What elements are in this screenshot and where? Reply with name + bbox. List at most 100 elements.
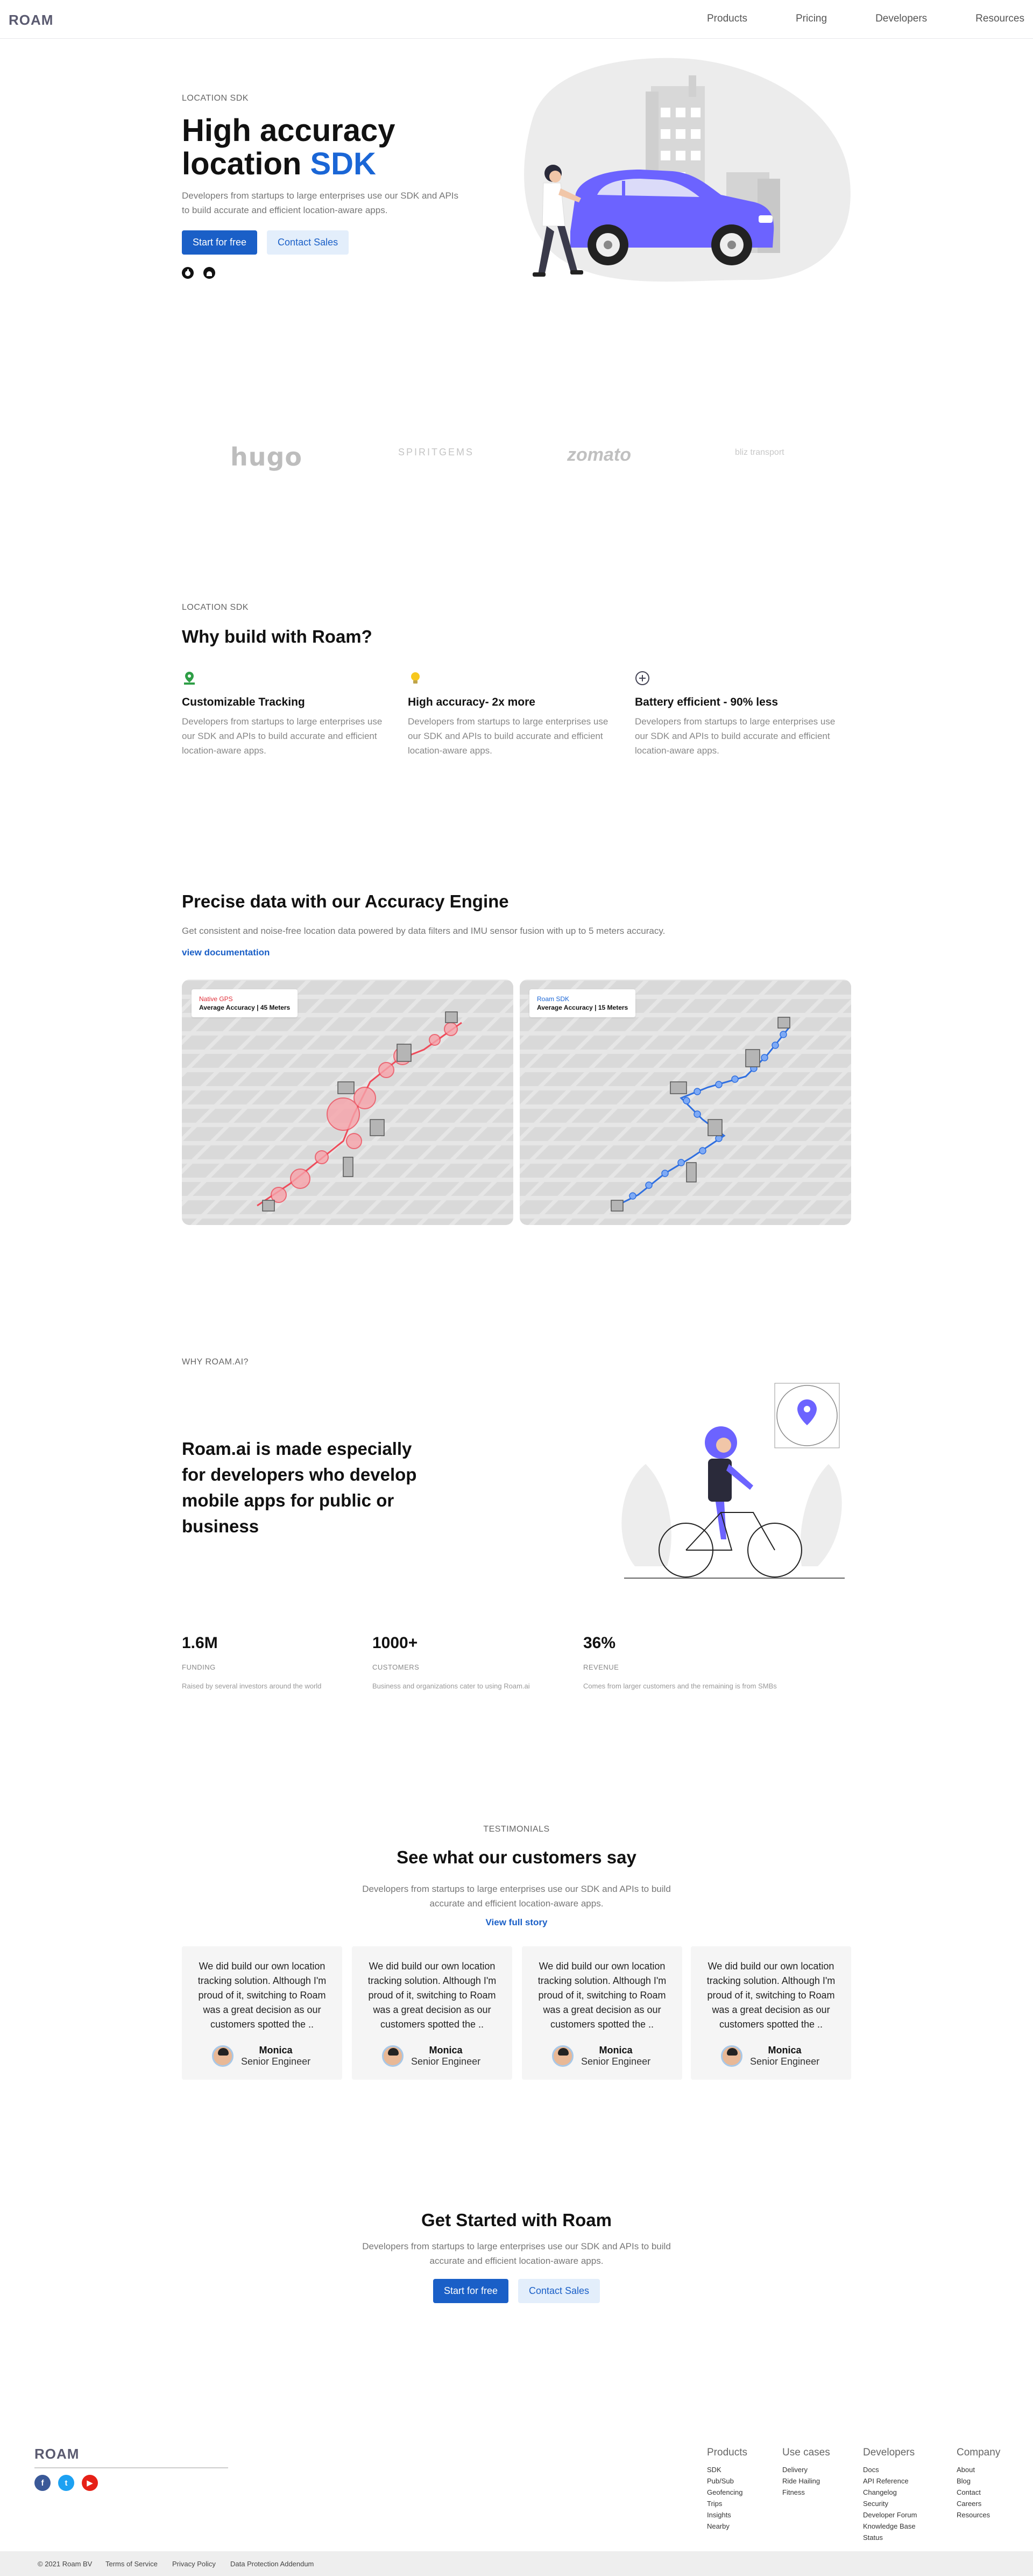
footer-link[interactable]: Blog	[957, 2475, 1000, 2487]
hero-title-accent: SDK	[310, 146, 376, 181]
footer-link[interactable]: Docs	[863, 2464, 917, 2475]
start-free-button[interactable]: Start for free	[433, 2279, 508, 2303]
author-role: Senior Engineer	[581, 2056, 651, 2067]
logo-bliz: bliz transport	[735, 448, 784, 457]
footer-column-title: Company	[957, 2447, 1001, 2458]
stat-description: Business and organizations cater to usin…	[372, 1682, 530, 1690]
footer-link[interactable]: Delivery	[782, 2464, 830, 2475]
footer-link[interactable]: Developer Forum	[863, 2509, 917, 2521]
footer-link[interactable]: Resources	[957, 2509, 1000, 2521]
youtube-icon[interactable]: ▶	[82, 2475, 98, 2491]
feature-text: Developers from startups to large enterp…	[408, 716, 609, 756]
roam-sdk-map: Roam SDK Average Accuracy | 15 Meters	[520, 980, 851, 1225]
avatar	[721, 2045, 742, 2067]
footer-link[interactable]: Insights	[707, 2509, 747, 2521]
feature-title: High accuracy- 2x more	[408, 696, 535, 708]
stat-label: CUSTOMERS	[372, 1663, 420, 1671]
battery-icon	[635, 671, 649, 685]
stat-value: 1.6M	[182, 1634, 218, 1652]
feature-text: Developers from startups to large enterp…	[182, 716, 383, 756]
hero-title: High accuracy location SDK	[182, 114, 451, 181]
author-name: Monica	[259, 2045, 293, 2056]
why-title: Why build with Roam?	[182, 627, 372, 646]
cyclist-illustration	[621, 1383, 845, 1579]
footer-column-title: Developers	[863, 2447, 915, 2458]
why-eyebrow: LOCATION SDK	[182, 603, 249, 612]
nav-resources[interactable]: Resources	[975, 13, 1024, 25]
testimonial-quote: We did build our own location tracking s…	[537, 1961, 667, 2030]
author-role: Senior Engineer	[411, 2056, 481, 2067]
avatar	[552, 2045, 574, 2067]
roam-logo[interactable]: ROAM	[9, 12, 53, 29]
lightbulb-icon	[411, 672, 420, 684]
testimonials-eyebrow: TESTIMONIALS	[483, 1825, 550, 1834]
footer-divider	[34, 2467, 228, 2468]
author-role: Senior Engineer	[750, 2056, 820, 2067]
map-legend-title: Roam SDK	[537, 995, 570, 1003]
nav-products[interactable]: Products	[707, 13, 747, 25]
footer-link[interactable]: Status	[863, 2532, 917, 2543]
testimonial-author: Monica Senior Engineer	[552, 2045, 650, 2067]
testimonial-quote: We did build our own location tracking s…	[197, 1961, 327, 2030]
start-free-button[interactable]: Start for free	[182, 230, 258, 255]
data-protection-link[interactable]: Data Protection Addendum	[230, 2560, 314, 2568]
native-gps-map: Native GPS Average Accuracy | 45 Meters	[182, 980, 513, 1225]
stat-label: FUNDING	[182, 1663, 216, 1671]
footer-link[interactable]: API Reference	[863, 2475, 917, 2487]
feature-title: Battery efficient - 90% less	[635, 696, 779, 708]
android-icon[interactable]	[203, 267, 215, 279]
footer-link[interactable]: Knowledge Base	[863, 2521, 917, 2532]
facebook-icon[interactable]: f	[34, 2475, 51, 2491]
cta-button-group: Start for free Contact Sales	[0, 2279, 1033, 2303]
feature-battery: Battery efficient - 90% less Developers …	[635, 671, 850, 758]
feature-accuracy: High accuracy- 2x more Developers from s…	[408, 671, 623, 758]
cta-title: Get Started with Roam	[421, 2210, 612, 2230]
privacy-link[interactable]: Privacy Policy	[172, 2560, 216, 2568]
footer-link[interactable]: Nearby	[707, 2521, 747, 2532]
hero-illustration	[524, 58, 851, 282]
stat-description: Raised by several investors around the w…	[182, 1682, 322, 1690]
footer-link[interactable]: Changelog	[863, 2487, 917, 2498]
logo-hugo: hugo	[230, 442, 303, 471]
terms-link[interactable]: Terms of Service	[105, 2560, 158, 2568]
testimonial-author: Monica Senior Engineer	[721, 2045, 819, 2067]
about-title: Roam.ai is made especially for developer…	[182, 1439, 417, 1536]
contact-sales-button[interactable]: Contact Sales	[267, 230, 349, 255]
hero-lead: Developers from startups to large enterp…	[182, 191, 459, 215]
footer-link[interactable]: Careers	[957, 2498, 1000, 2509]
apple-icon[interactable]	[182, 267, 194, 279]
feature-title: Customizable Tracking	[182, 696, 305, 708]
testimonial-author: Monica Senior Engineer	[382, 2045, 480, 2067]
footer-column-developers: Developers Docs API Reference Changelog …	[863, 2447, 917, 2543]
main-nav: Products Pricing Developers Resources	[659, 13, 1024, 25]
author-name: Monica	[429, 2045, 463, 2056]
store-icons	[182, 267, 215, 279]
footer-link[interactable]: Pub/Sub	[707, 2475, 747, 2487]
footer-logo[interactable]: ROAM	[34, 2446, 79, 2462]
footer-link[interactable]: Contact	[957, 2487, 1000, 2498]
view-documentation-link[interactable]: view documentation	[182, 947, 270, 958]
footer-link[interactable]: Trips	[707, 2498, 747, 2509]
author-name: Monica	[768, 2045, 802, 2056]
stat-description: Comes from larger customers and the rema…	[583, 1682, 777, 1690]
map-pin-icon	[184, 672, 195, 685]
nav-pricing[interactable]: Pricing	[796, 13, 827, 25]
footer-link[interactable]: About	[957, 2464, 1000, 2475]
footer-link[interactable]: Fitness	[782, 2487, 830, 2498]
footer-link[interactable]: Geofencing	[707, 2487, 747, 2498]
top-navigation-bar: ROAM Products Pricing Developers Resourc…	[0, 0, 1033, 39]
footer-link[interactable]: Security	[863, 2498, 917, 2509]
hero-cta-group: Start for free Contact Sales	[182, 230, 349, 255]
footer-link[interactable]: Ride Hailing	[782, 2475, 830, 2487]
footer-link[interactable]: SDK	[707, 2464, 747, 2475]
testimonial-quote: We did build our own location tracking s…	[367, 1961, 497, 2030]
footer-column-title: Products	[707, 2447, 747, 2458]
testimonial-card: We did build our own location tracking s…	[182, 1946, 342, 2080]
avatar	[382, 2045, 404, 2067]
accuracy-lead: Get consistent and noise-free location d…	[182, 926, 666, 936]
contact-sales-button[interactable]: Contact Sales	[518, 2279, 600, 2303]
nav-developers[interactable]: Developers	[875, 13, 927, 25]
twitter-icon[interactable]: t	[58, 2475, 74, 2491]
testimonials-lead: Developers from startups to large enterp…	[362, 1884, 671, 1909]
view-full-story-link[interactable]: View full story	[0, 1917, 1033, 1928]
